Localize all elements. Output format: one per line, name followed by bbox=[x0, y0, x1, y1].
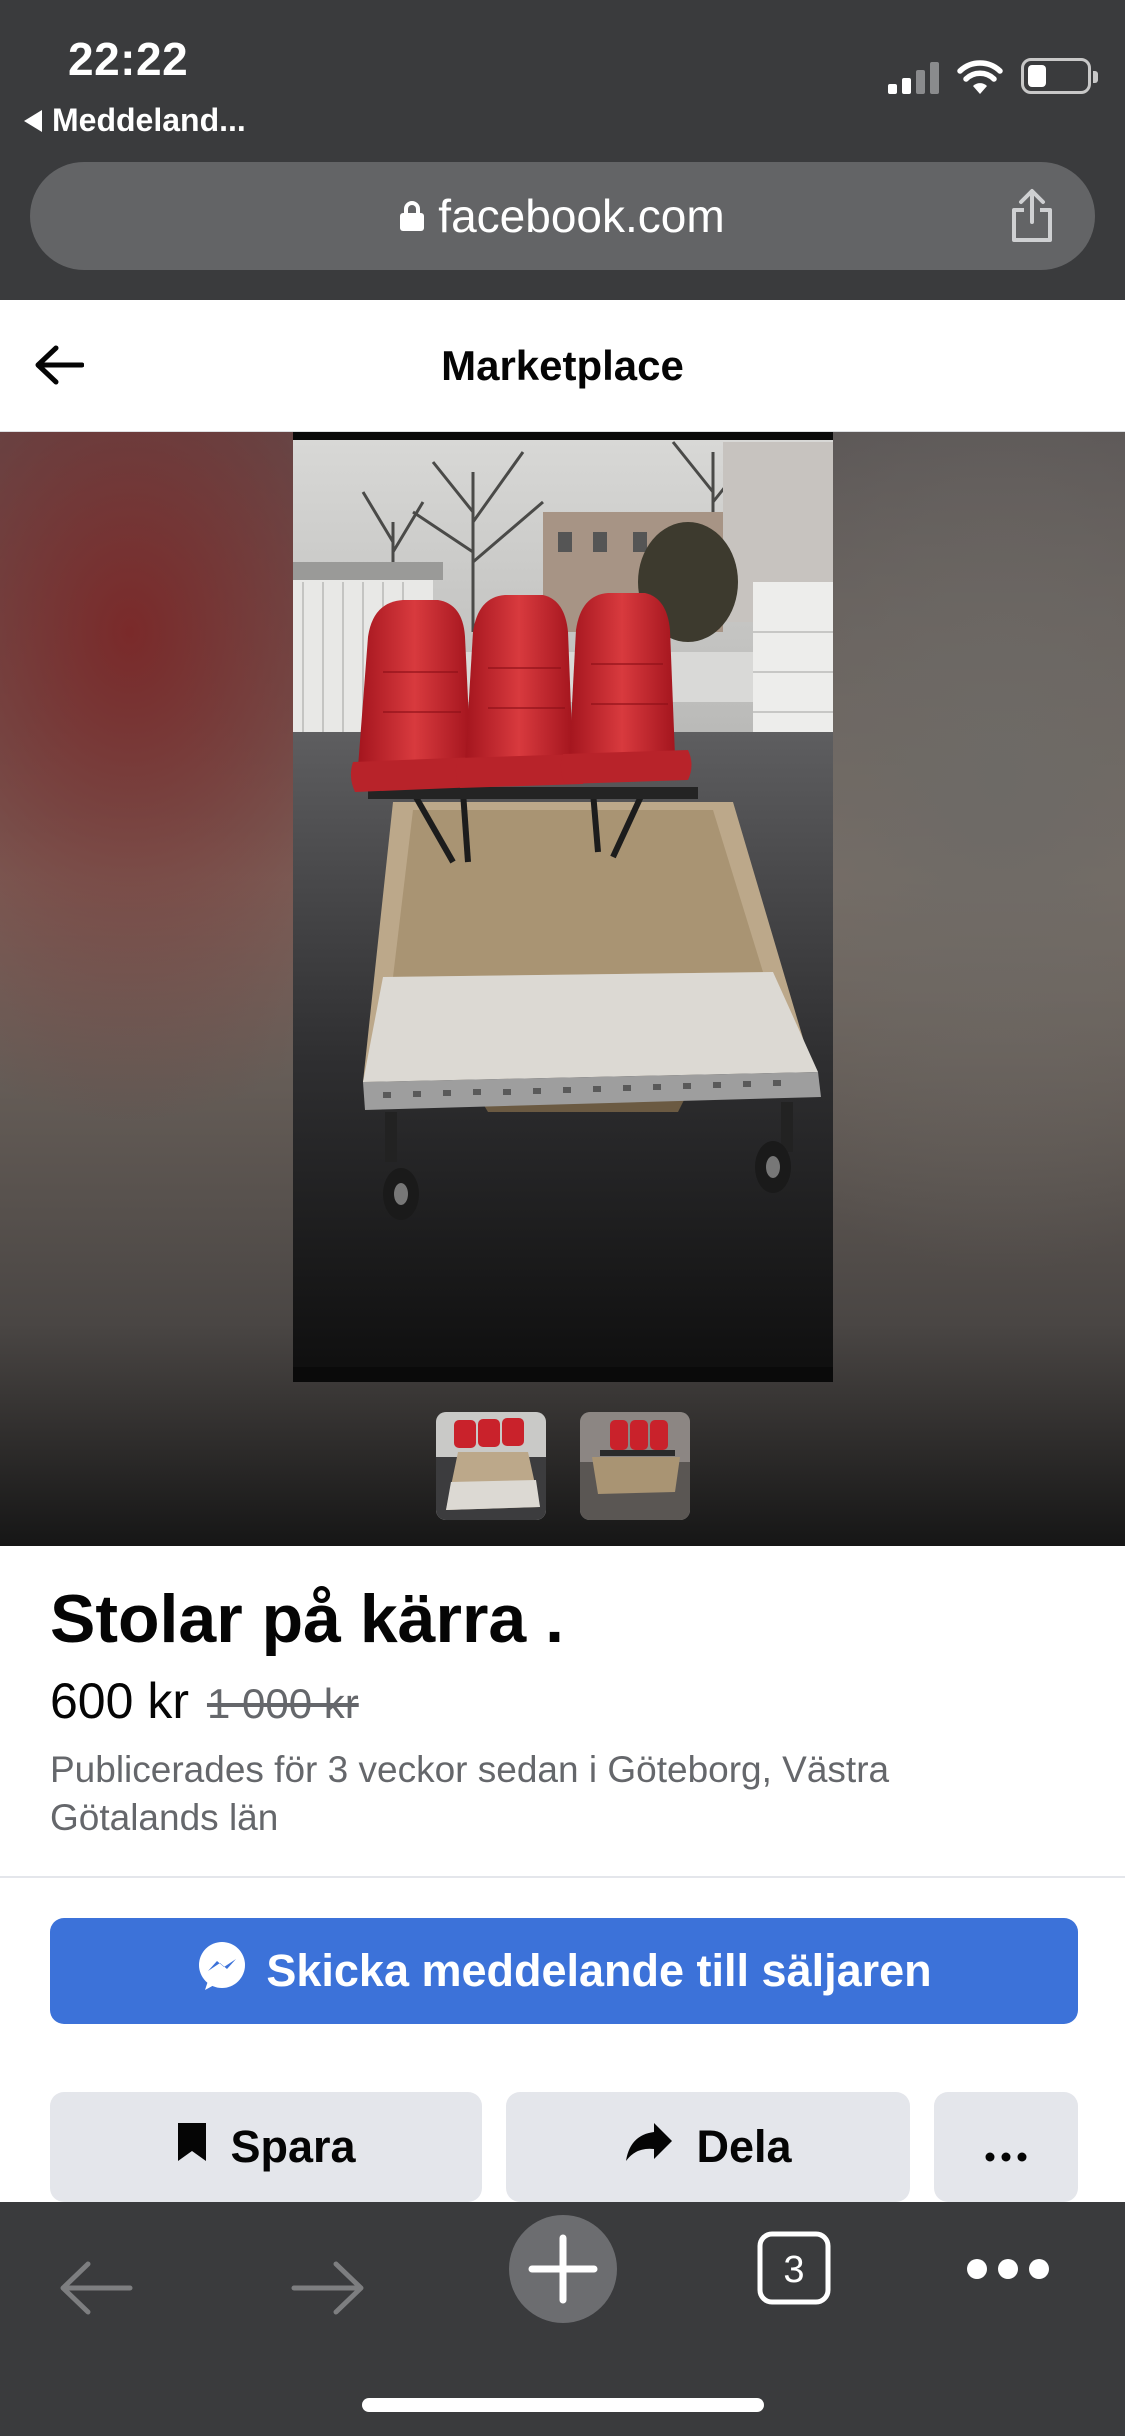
share-arrow-icon bbox=[624, 2121, 674, 2174]
message-seller-label: Skicka meddelande till säljaren bbox=[266, 1945, 932, 1996]
battery-icon bbox=[1021, 58, 1098, 94]
lock-icon bbox=[400, 201, 425, 231]
more-menu-icon[interactable] bbox=[966, 2258, 1050, 2285]
status-icons bbox=[888, 58, 1098, 94]
marketplace-header: Marketplace bbox=[0, 300, 1125, 432]
share-button[interactable]: Dela bbox=[506, 2092, 910, 2202]
browser-bottom-toolbar: 3 bbox=[0, 2202, 1125, 2436]
back-triangle-icon bbox=[24, 109, 42, 132]
save-button[interactable]: Spara bbox=[50, 2092, 482, 2202]
more-button[interactable] bbox=[934, 2092, 1078, 2202]
forward-arrow-icon[interactable] bbox=[290, 2258, 366, 2323]
thumbnail-1[interactable] bbox=[435, 1412, 546, 1520]
bookmark-icon bbox=[176, 2121, 208, 2174]
tab-count: 3 bbox=[783, 2249, 804, 2291]
browser-top-bar: 22:22 Meddeland... facebook.com bbox=[0, 0, 1125, 300]
listing-image-gallery bbox=[0, 432, 1125, 1546]
message-seller-button[interactable]: Skicka meddelande till säljaren bbox=[50, 1918, 1078, 2024]
messenger-icon bbox=[196, 1940, 248, 2003]
price-row: 600 kr 1 000 kr bbox=[50, 1672, 359, 1730]
back-app-label: Meddeland... bbox=[52, 102, 246, 138]
wifi-icon bbox=[957, 60, 1003, 94]
url-text: facebook.com bbox=[438, 190, 725, 242]
listing-main-photo[interactable] bbox=[293, 432, 833, 1382]
cellular-signal-icon bbox=[888, 60, 939, 94]
share-icon[interactable] bbox=[1009, 188, 1055, 249]
divider bbox=[0, 1876, 1125, 1878]
plus-icon[interactable] bbox=[508, 2214, 618, 2329]
share-label: Dela bbox=[696, 2121, 792, 2172]
home-indicator bbox=[362, 2398, 764, 2412]
listing-title: Stolar på kärra . bbox=[50, 1581, 565, 1657]
status-time: 22:22 bbox=[68, 33, 189, 85]
thumbnail-strip bbox=[0, 1412, 1125, 1520]
page-title: Marketplace bbox=[441, 342, 684, 389]
address-bar[interactable]: facebook.com bbox=[30, 162, 1095, 270]
more-icon bbox=[985, 2121, 1027, 2173]
tabs-icon[interactable]: 3 bbox=[756, 2230, 832, 2311]
back-to-app-link[interactable]: Meddeland... bbox=[24, 102, 246, 139]
save-label: Spara bbox=[230, 2121, 356, 2172]
back-arrow-icon[interactable] bbox=[58, 2258, 134, 2323]
listing-meta: Publicerades för 3 veckor sedan i Götebo… bbox=[50, 1749, 890, 1838]
listing-price: 600 kr bbox=[50, 1673, 189, 1729]
listing-old-price: 1 000 kr bbox=[206, 1680, 359, 1727]
thumbnail-2[interactable] bbox=[579, 1412, 690, 1520]
action-buttons: Spara Dela bbox=[50, 2092, 1078, 2202]
